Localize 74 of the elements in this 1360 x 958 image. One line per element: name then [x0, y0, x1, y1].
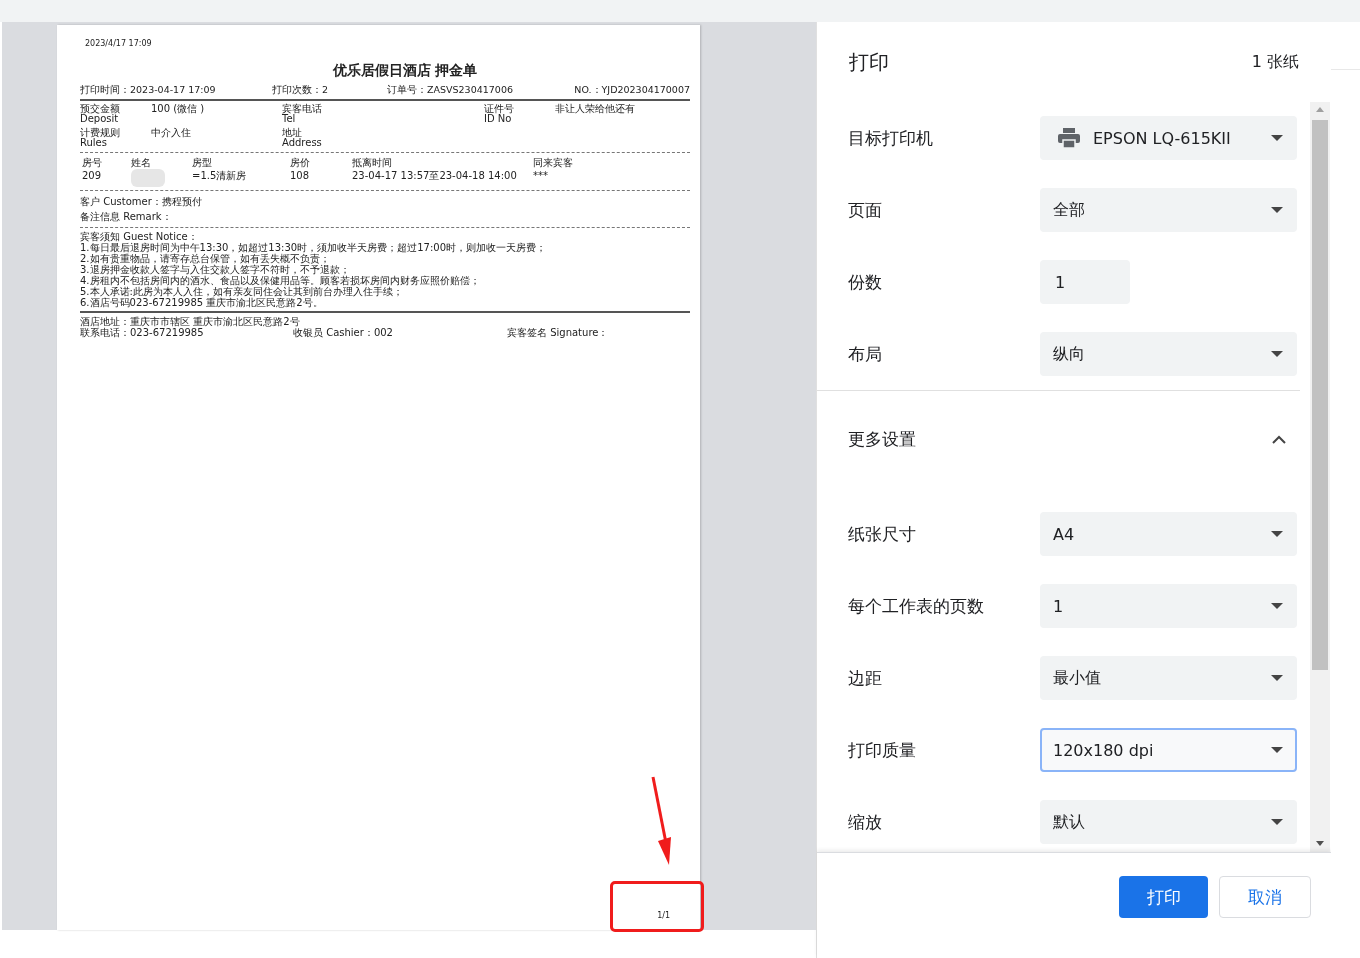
setting-label: 纸张尺寸	[848, 522, 917, 546]
column-header: 姓名	[131, 156, 152, 169]
setting-label: 布局	[848, 342, 883, 366]
notice-title: 宾客须知 Guest Notice：	[80, 231, 199, 242]
scrollbar[interactable]	[1310, 102, 1330, 852]
notice-text: 2.如有贵重物品，请寄存总台保管，如有丢失概不负责；	[80, 253, 330, 264]
dropdown[interactable]: 1	[1040, 584, 1297, 628]
page-number: 1/1	[657, 911, 670, 920]
table-cell-text: 23-04-17 13:57至23-04-18 14:00	[352, 169, 518, 182]
dialog-button[interactable]: 打印	[1119, 876, 1208, 918]
dropdown[interactable]: 全部	[1040, 188, 1297, 232]
dialog-button[interactable]: 取消	[1219, 876, 1311, 918]
dropdown[interactable]: 纵向	[1040, 332, 1297, 376]
dropdown[interactable]: 120x180 dpi	[1040, 728, 1297, 772]
field-label: 地址 Address	[282, 128, 323, 148]
caret-icon	[1271, 747, 1283, 753]
meta-text: 打印次数：2	[272, 84, 330, 96]
redaction-blur	[131, 169, 165, 187]
caret-icon	[1271, 351, 1283, 357]
meta-text: 打印时间：2023-04-17 17:09	[80, 84, 217, 96]
caret-icon	[1271, 135, 1283, 141]
column-header: 房价	[290, 156, 311, 169]
caret-icon	[1271, 819, 1283, 825]
notice-text: 4.房租内不包括房间内的酒水、食品以及保健用品等。顾客若损坏房间内财务应照价赔偿；	[80, 275, 481, 286]
footer-text: 宾客签名 Signature：	[507, 327, 609, 338]
meta-text: 订单号：ZASVS230417006	[387, 84, 514, 96]
setting-label: 边距	[848, 666, 883, 690]
notice-text: 5.本人承诺:此房为本人入住，如有亲友同住会让其到前台办理入住手续；	[80, 286, 404, 297]
column-header: 抵离时间	[352, 156, 393, 169]
table-cell-text: 108	[290, 169, 311, 182]
field-label: 计费规则 Rules	[80, 128, 121, 148]
notice-text: 6.酒店号码023-67219985 重庆市渝北区民意路2号。	[80, 297, 323, 308]
printer-icon	[1057, 127, 1081, 149]
panel-title: 打印	[849, 48, 889, 76]
field-label: 预交金额 Deposit	[80, 104, 121, 124]
section-toggle[interactable]: 更多设置	[848, 427, 916, 451]
dropdown[interactable]: 最小值	[1040, 656, 1297, 700]
setting-label: 每个工作表的页数	[848, 594, 985, 618]
footer-text: 联系电话：023-67219985	[80, 327, 205, 338]
column-header: 同来宾客	[533, 156, 574, 169]
column-header: 房号	[82, 156, 103, 169]
table-cell-text: 209	[82, 169, 103, 182]
caret-icon	[1271, 531, 1283, 537]
dropdown[interactable]: EPSON LQ-615KII	[1040, 116, 1297, 160]
setting-label: 缩放	[848, 810, 883, 834]
field-value: 100 (微信 )	[151, 104, 206, 116]
copies-field[interactable]: 1	[1040, 260, 1130, 304]
setting-label: 目标打印机	[848, 126, 934, 150]
field-value: 中介入住	[151, 128, 192, 140]
remark-text: 备注信息 Remark：	[80, 210, 173, 224]
dropdown[interactable]: A4	[1040, 512, 1297, 556]
field-label: 证件号 ID No	[484, 104, 515, 124]
setting-label: 打印质量	[848, 738, 917, 762]
notice-text: 1.每日最后退房时间为中午13:30，如超过13:30时，须加收半天房费；超过17:00时，则加收一天房费；	[80, 242, 547, 253]
footer-text: 收银员 Cashier：002	[293, 327, 394, 338]
notice-text: 3.退房押金收款人签字与入住交款人签字不符时，不予退款；	[80, 264, 350, 275]
document-title: 优乐居假日酒店 押金单	[331, 62, 479, 80]
caret-icon	[1271, 603, 1283, 609]
chevron-icon[interactable]	[1272, 434, 1286, 444]
dropdown[interactable]: 默认	[1040, 800, 1297, 844]
caret-icon	[1271, 207, 1283, 213]
setting-label: 份数	[848, 270, 883, 294]
field-value: 非让人荣给他还有	[555, 104, 636, 116]
setting-label: 页面	[848, 198, 883, 222]
customer-text: 客户 Customer：携程预付	[80, 195, 203, 209]
column-header: 房型	[192, 156, 213, 169]
timestamp: 2023/4/17 17:09	[85, 39, 153, 48]
field-label: 宾客电话 Tel	[282, 104, 323, 124]
sheet-count: 1 张纸	[1251, 51, 1299, 73]
caret-icon	[1271, 675, 1283, 681]
address-text: 酒店地址：重庆市市辖区 重庆市渝北区民意路2号	[80, 316, 301, 327]
table-cell-text: ***	[533, 169, 549, 182]
table-cell-text: =1.5清新房	[192, 169, 248, 182]
meta-text: NO.：YJD202304170007	[573, 84, 690, 96]
